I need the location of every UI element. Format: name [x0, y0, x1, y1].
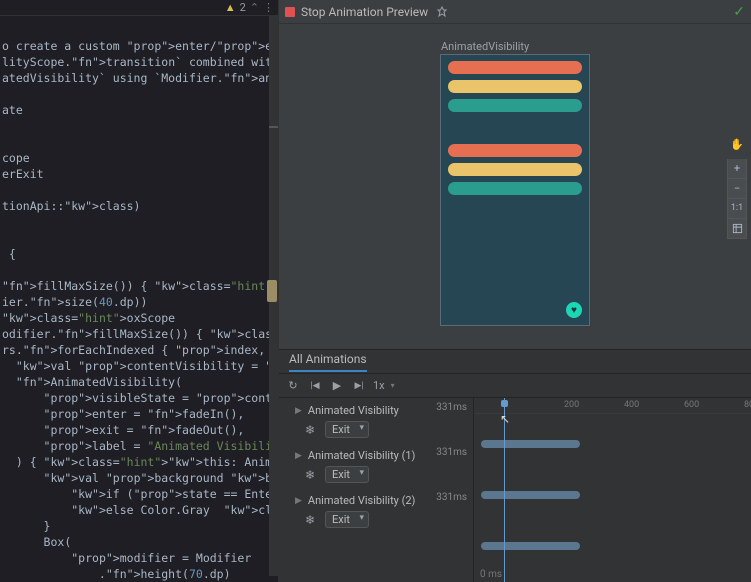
preview-toolbar: Stop Animation Preview ✓: [279, 0, 751, 24]
one-to-one-button[interactable]: 1:1: [727, 199, 747, 219]
skip-end-button[interactable]: ▶|: [351, 378, 367, 394]
color-row: [448, 61, 582, 74]
zoom-in-button[interactable]: +: [727, 159, 747, 179]
animation-item: ▶ Animated Visibility ❄ Exit 331ms: [279, 398, 473, 443]
timeline-position: 0 ms: [480, 569, 502, 580]
state-select[interactable]: Exit: [325, 466, 369, 483]
skip-start-button[interactable]: |◀: [307, 378, 323, 394]
preview-title: Stop Animation Preview: [301, 5, 428, 19]
chevron-right-icon[interactable]: ▶: [295, 496, 302, 506]
freeze-icon[interactable]: ❄: [305, 513, 319, 527]
playhead[interactable]: ↖: [504, 398, 505, 582]
animation-tab-label: All Animations: [289, 352, 367, 372]
time-tick: 200: [564, 400, 579, 410]
animation-bar[interactable]: [481, 440, 580, 448]
duration-label: 331ms: [436, 402, 467, 413]
fab-button[interactable]: ♥: [566, 302, 582, 318]
overview-ruler[interactable]: [269, 16, 278, 576]
analysis-expand-icon[interactable]: ⌃: [250, 1, 259, 14]
animation-item: ▶ Animated Visibility (2) ❄ Exit 331ms: [279, 488, 473, 533]
time-tick: 800: [744, 400, 751, 410]
animation-name[interactable]: Animated Visibility: [308, 404, 399, 417]
zoom-out-button[interactable]: −: [727, 179, 747, 199]
device-frame: AnimatedVisibility ♥: [440, 54, 590, 326]
color-row: [448, 182, 582, 195]
chevron-right-icon[interactable]: ▶: [295, 406, 302, 416]
color-row: [448, 80, 582, 93]
color-row: [448, 163, 582, 176]
chevron-right-icon[interactable]: ▶: [295, 451, 302, 461]
preview-canvas[interactable]: AnimatedVisibility ♥ ✋ + − 1:1: [279, 24, 751, 349]
color-row: [448, 144, 582, 157]
device-content: [441, 61, 589, 221]
code-editor-pane: ▲ 2 ⌃ ⋮ o create a custom "prop">enter/"…: [0, 0, 278, 582]
warning-count: 2: [240, 1, 246, 14]
speed-selector[interactable]: 1x: [373, 379, 385, 392]
more-icon[interactable]: ⋮: [263, 1, 274, 14]
editor-gutter: ▲ 2 ⌃ ⋮: [0, 0, 278, 16]
code-area[interactable]: o create a custom "prop">enter/"prop">ex…: [0, 16, 278, 582]
animation-name[interactable]: Animated Visibility (2): [308, 494, 415, 507]
freeze-icon[interactable]: ❄: [305, 468, 319, 482]
animation-bar[interactable]: [481, 491, 580, 499]
playback-controls: ↻ |◀ ▶ ▶| 1x ▾: [279, 374, 751, 398]
duration-label: 331ms: [436, 492, 467, 503]
timeline[interactable]: 2004006008001000 ↖ 0 ms: [474, 398, 751, 582]
timeline-row: [474, 414, 751, 465]
animation-item: ▶ Animated Visibility (1) ❄ Exit 331ms: [279, 443, 473, 488]
duration-label: 331ms: [436, 447, 467, 458]
pan-icon[interactable]: ✋: [727, 135, 747, 155]
animation-list: ▶ Animated Visibility ❄ Exit 331ms ▶ Animated …: [279, 398, 474, 582]
color-row: [448, 99, 582, 112]
animation-tab[interactable]: All Animations: [279, 350, 751, 374]
canvas-tool-rail: ✋ + − 1:1: [727, 135, 747, 239]
play-button[interactable]: ▶: [329, 378, 345, 394]
preview-pane: Stop Animation Preview ✓ AnimatedVisibil…: [278, 0, 751, 582]
warning-icon[interactable]: ▲: [225, 1, 236, 14]
state-select[interactable]: Exit: [325, 421, 369, 438]
animation-bar[interactable]: [481, 542, 580, 550]
device-label: AnimatedVisibility: [441, 40, 529, 53]
loop-button[interactable]: ↻: [285, 378, 301, 394]
fit-screen-button[interactable]: [727, 219, 747, 239]
time-tick: 600: [684, 400, 699, 410]
time-tick: 400: [624, 400, 639, 410]
playhead-knob[interactable]: [501, 400, 508, 407]
timeline-row: [474, 465, 751, 516]
pin-icon[interactable]: [434, 4, 450, 20]
scrollbar-thumb[interactable]: [267, 280, 277, 302]
timeline-row: [474, 516, 751, 567]
time-axis: 2004006008001000: [474, 398, 751, 414]
build-ok-icon: ✓: [733, 4, 745, 20]
freeze-icon[interactable]: ❄: [305, 423, 319, 437]
state-select[interactable]: Exit: [325, 511, 369, 528]
cursor-icon: ↖: [500, 412, 510, 426]
stop-icon[interactable]: [285, 7, 295, 17]
animation-name[interactable]: Animated Visibility (1): [308, 449, 415, 462]
animation-preview-panel: All Animations ↻ |◀ ▶ ▶| 1x ▾ ▶ Animated …: [279, 349, 751, 582]
